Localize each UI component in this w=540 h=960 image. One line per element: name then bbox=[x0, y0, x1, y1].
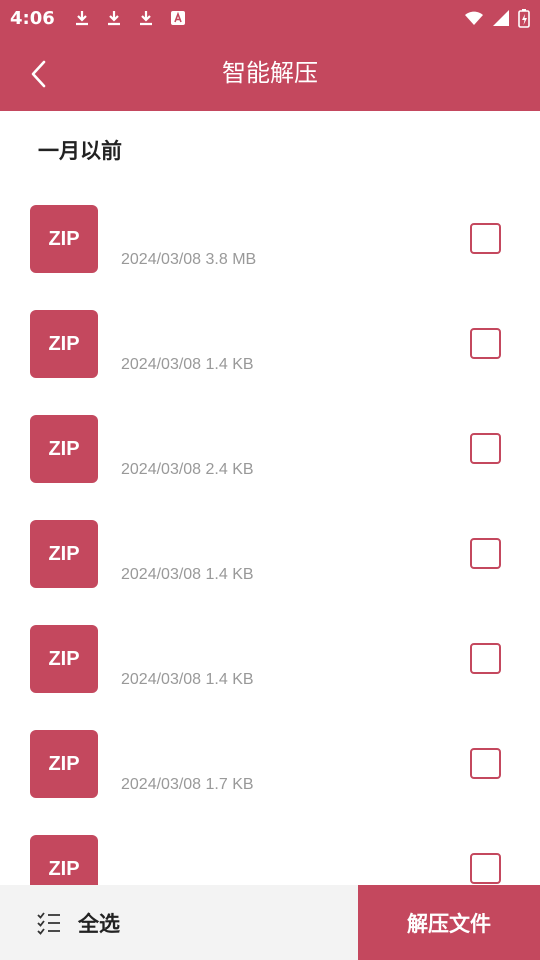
file-meta: 2024/03/08 3.8 MB bbox=[121, 251, 257, 268]
page-title: 智能解压 bbox=[222, 59, 318, 87]
zip-file-icon: ZIP bbox=[30, 520, 98, 588]
file-checkbox[interactable] bbox=[470, 223, 501, 254]
back-button[interactable] bbox=[20, 54, 56, 94]
section-title: 一月以前 bbox=[38, 139, 122, 163]
signal-icon bbox=[493, 10, 509, 26]
download-icon bbox=[107, 11, 120, 26]
zip-file-icon: ZIP bbox=[30, 310, 98, 378]
select-all-label: 全选 bbox=[78, 911, 120, 936]
download-icon bbox=[75, 11, 88, 26]
file-checkbox[interactable] bbox=[470, 433, 501, 464]
file-list-container: 一月以前 ZIP 2024/03/08 3.8 MB ZIP 2024/03/0… bbox=[0, 111, 540, 885]
file-meta: 2024/03/08 1.7 KB bbox=[121, 776, 254, 793]
file-meta: 2024/03/08 1.4 KB bbox=[121, 356, 254, 373]
file-checkbox[interactable] bbox=[470, 748, 501, 779]
download-icon bbox=[139, 11, 152, 26]
chevron-left-icon bbox=[31, 60, 46, 88]
file-list-item[interactable]: ZIP 2024/03/08 1.7 KB bbox=[0, 730, 540, 835]
file-list-item[interactable]: ZIP 2024/03/08 1.4 KB bbox=[0, 520, 540, 625]
system-icons bbox=[464, 0, 530, 36]
file-checkbox[interactable] bbox=[470, 328, 501, 359]
file-checkbox[interactable] bbox=[470, 643, 501, 674]
file-list-item[interactable]: ZIP bbox=[0, 835, 540, 885]
file-checkbox[interactable] bbox=[470, 853, 501, 884]
bottom-action-bar: 全选 解压文件 bbox=[0, 885, 540, 960]
checklist-icon bbox=[37, 911, 60, 935]
zip-file-icon: ZIP bbox=[30, 625, 98, 693]
file-meta: 2024/03/08 1.4 KB bbox=[121, 566, 254, 583]
zip-file-icon: ZIP bbox=[30, 415, 98, 483]
file-list-item[interactable]: ZIP 2024/03/08 1.4 KB bbox=[0, 625, 540, 730]
zip-file-icon: ZIP bbox=[30, 835, 98, 885]
file-meta: 2024/03/08 1.4 KB bbox=[121, 671, 254, 688]
zip-file-icon: ZIP bbox=[30, 730, 98, 798]
status-time: 4:06 bbox=[10, 7, 55, 29]
app-bar: 智能解压 bbox=[0, 36, 540, 111]
file-list-item[interactable]: ZIP 2024/03/08 2.4 KB bbox=[0, 415, 540, 520]
wifi-icon bbox=[465, 11, 483, 25]
zip-file-icon: ZIP bbox=[30, 205, 98, 273]
file-meta: 2024/03/08 2.4 KB bbox=[121, 461, 254, 478]
battery-charging-icon bbox=[518, 9, 530, 28]
select-all-button[interactable]: 全选 bbox=[0, 885, 358, 960]
extract-files-button[interactable]: 解压文件 bbox=[358, 885, 540, 960]
status-bar: 4:06 bbox=[0, 0, 540, 36]
file-list-item[interactable]: ZIP 2024/03/08 1.4 KB bbox=[0, 310, 540, 415]
notification-icons bbox=[73, 9, 187, 27]
file-list-item[interactable]: ZIP 2024/03/08 3.8 MB bbox=[0, 205, 540, 310]
font-icon bbox=[170, 11, 185, 25]
file-checkbox[interactable] bbox=[470, 538, 501, 569]
